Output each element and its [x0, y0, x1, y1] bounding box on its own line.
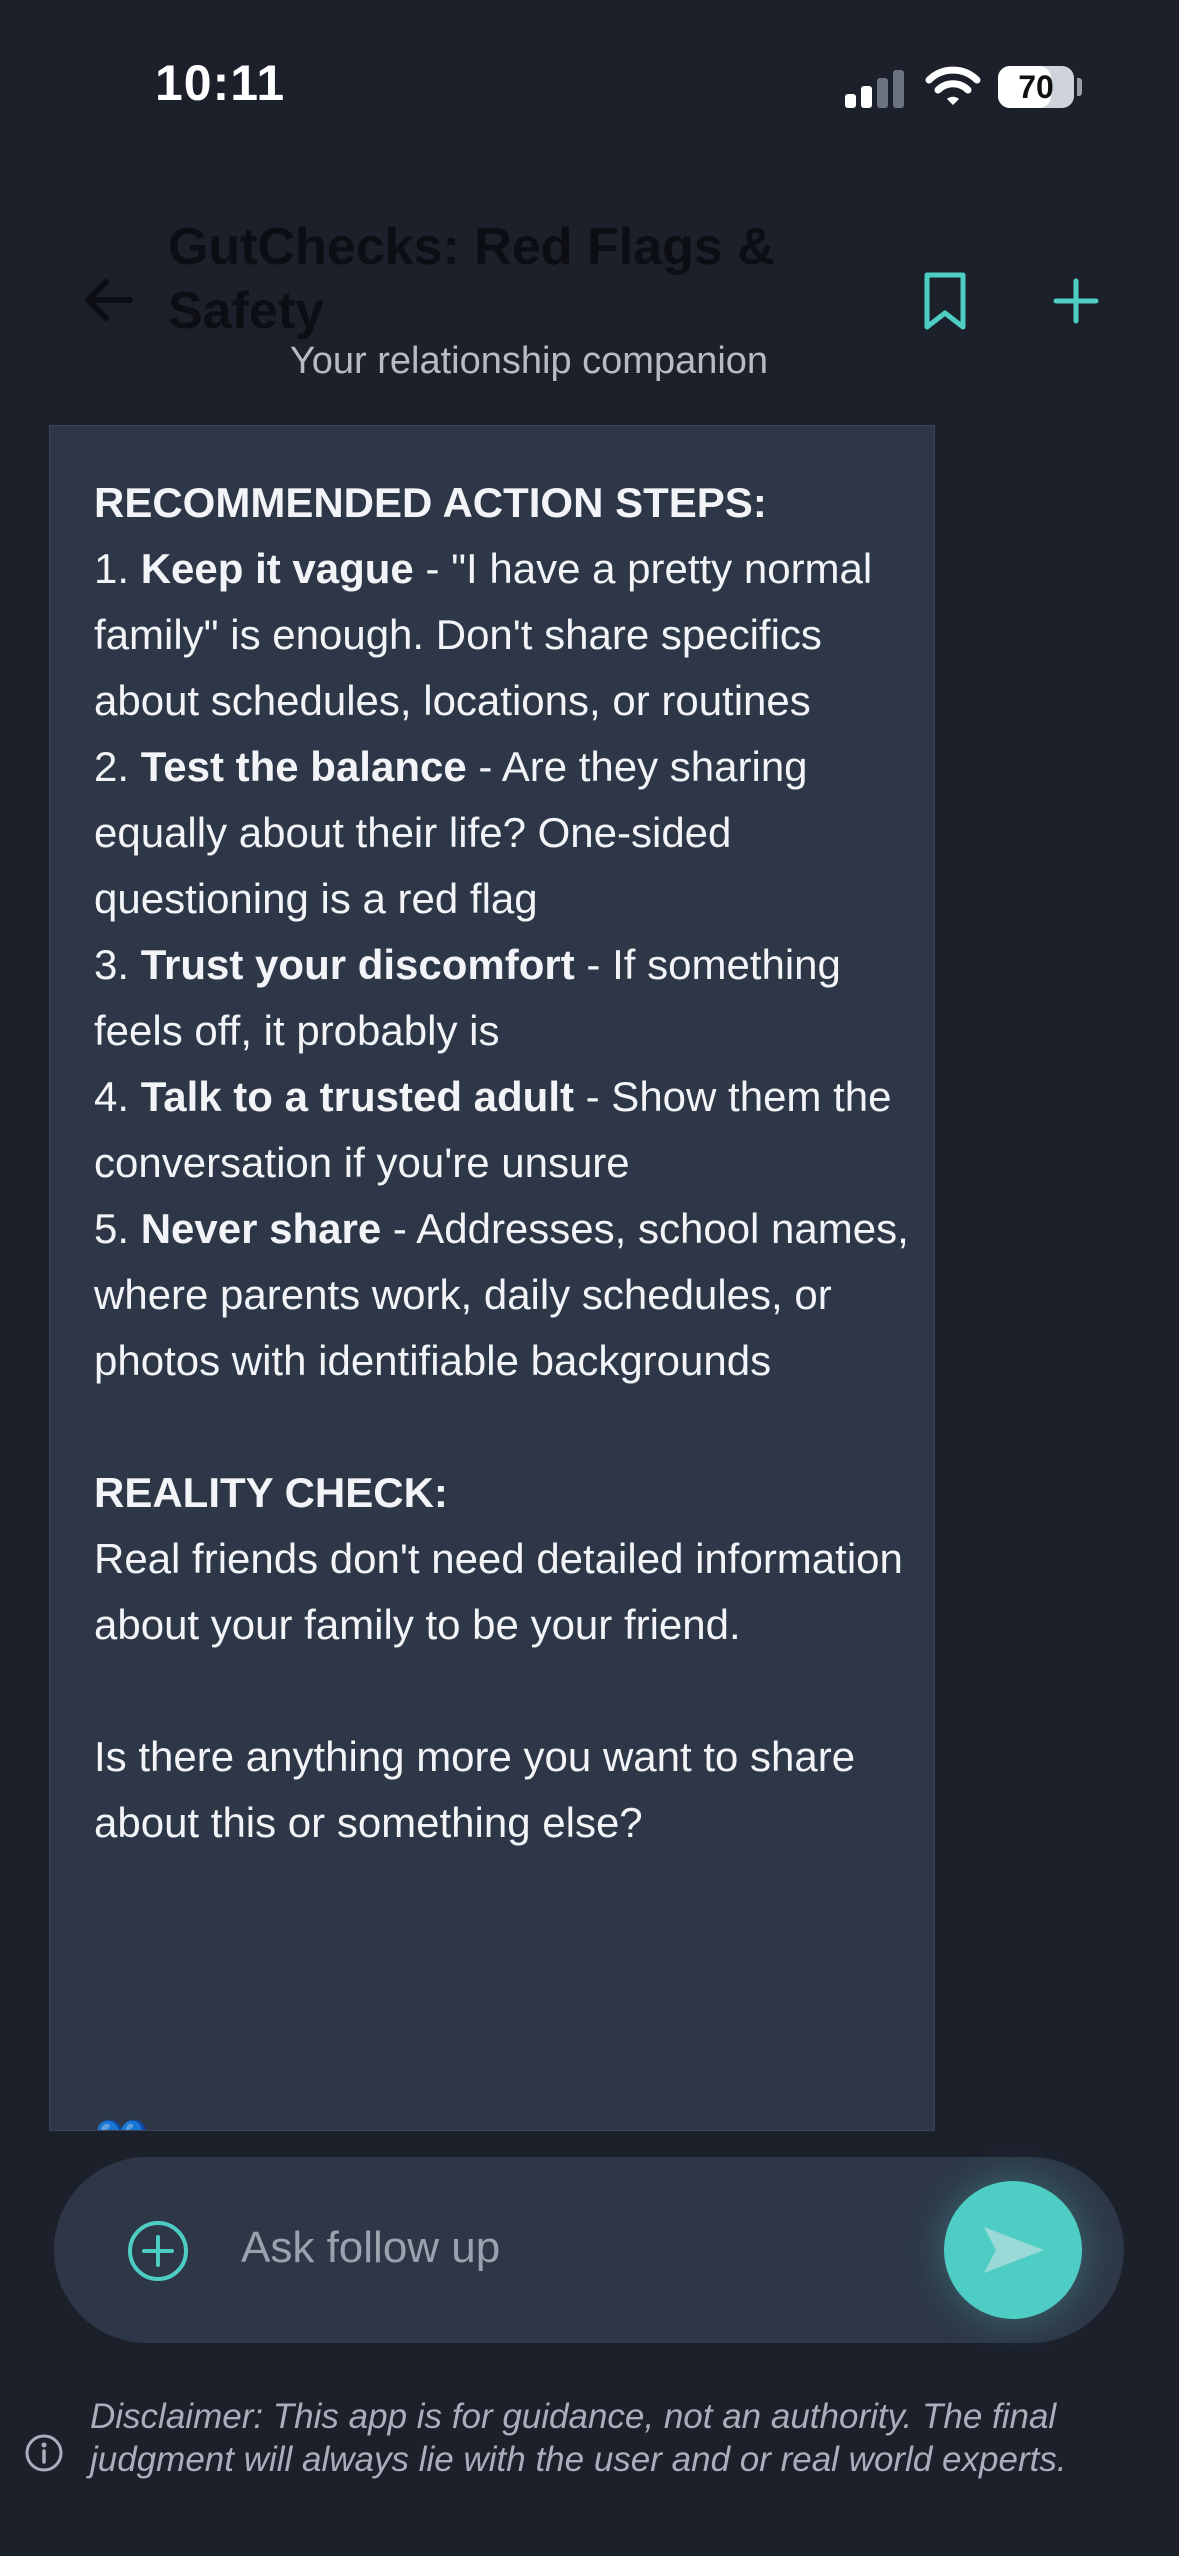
back-button[interactable]	[78, 270, 138, 330]
app-title: GutChecks: Red Flags & Safety	[168, 218, 775, 340]
status-time: 10:11	[155, 55, 286, 111]
status-bar: 10:11 70	[0, 0, 1179, 175]
step-item: 5. Never share - Addresses, school names…	[94, 1205, 909, 1384]
closing-question: Is there anything more you want to share…	[94, 1733, 856, 1846]
send-button[interactable]	[944, 2181, 1082, 2319]
info-icon	[25, 2434, 63, 2472]
follow-up-input[interactable]: Ask follow up	[241, 2223, 500, 2273]
battery-icon: 70	[998, 66, 1074, 108]
assistant-message-bubble: RECOMMENDED ACTION STEPS: 1. Keep it vag…	[49, 425, 935, 2131]
blue-heart-icon: 💙	[94, 2116, 149, 2130]
attach-button[interactable]	[126, 2219, 190, 2283]
step-item: 2. Test the balance - Are they sharing e…	[94, 743, 808, 922]
bookmark-button[interactable]	[918, 270, 972, 332]
follow-up-input-bar[interactable]: Ask follow up	[54, 2157, 1124, 2343]
reality-check-text: Real friends don't need detailed informa…	[94, 1535, 903, 1648]
cellular-signal-icon	[845, 70, 905, 108]
battery-cap	[1077, 78, 1082, 96]
new-chat-button[interactable]	[1050, 275, 1102, 327]
step-item: 3. Trust your discomfort - If something …	[94, 941, 841, 1054]
step-item: 4. Talk to a trusted adult - Show them t…	[94, 1073, 892, 1186]
battery-level: 70	[1018, 69, 1054, 105]
wifi-icon	[925, 66, 981, 105]
send-icon	[984, 2227, 1044, 2273]
message-text: RECOMMENDED ACTION STEPS: 1. Keep it vag…	[94, 470, 924, 1856]
action-steps-heading: RECOMMENDED ACTION STEPS:	[94, 479, 767, 526]
app-subtitle: Your relationship companion	[289, 340, 769, 382]
step-item: 1. Keep it vague - "I have a pretty norm…	[94, 545, 873, 724]
disclaimer-text: Disclaimer: This app is for guidance, no…	[90, 2397, 1067, 2479]
reality-check-heading: REALITY CHECK:	[94, 1469, 448, 1516]
